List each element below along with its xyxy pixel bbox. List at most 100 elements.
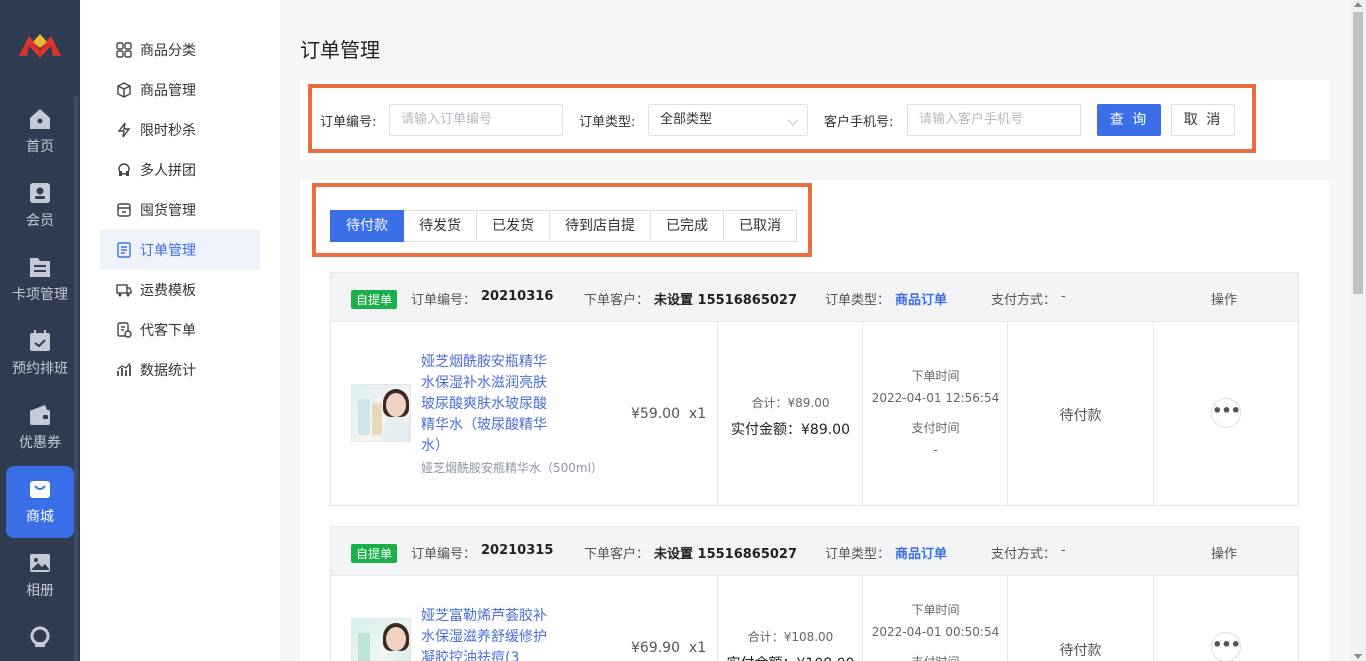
price: ¥69.90 bbox=[631, 640, 680, 656]
amount-block: 合计：¥89.00 实付金额：¥89.00 bbox=[718, 394, 863, 439]
nav-item-shop[interactable]: 商城 bbox=[6, 466, 74, 538]
submenu-label: 运费模板 bbox=[140, 283, 196, 299]
submenu-item-shipping-template[interactable]: 运费模板 bbox=[100, 270, 260, 310]
card-icon bbox=[30, 258, 50, 277]
order-no: 20210315 bbox=[481, 543, 554, 558]
submenu-label: 多人拼团 bbox=[140, 163, 196, 179]
operation-label: 操作 bbox=[1211, 293, 1238, 308]
status-tabs: 待付款 待发货 已发货 待到店自提 已完成 已取消 bbox=[330, 210, 797, 242]
nav-item-album[interactable]: 相册 bbox=[6, 540, 74, 612]
submenu-label: 数据统计 bbox=[140, 363, 196, 379]
box-icon bbox=[117, 82, 131, 98]
product-image[interactable] bbox=[351, 618, 411, 661]
page-title: 订单管理 bbox=[300, 38, 380, 62]
wallet-icon bbox=[30, 405, 50, 425]
main-nav: 首页 会员 卡项管理 预约排班 优惠券 商城 相册 bbox=[0, 0, 80, 661]
shop-bag-icon bbox=[30, 481, 50, 498]
tab-pending-payment[interactable]: 待付款 bbox=[330, 210, 404, 242]
submenu-item-stock[interactable]: 囤货管理 bbox=[100, 190, 260, 230]
pay-method-label: 支付方式： bbox=[991, 293, 1057, 308]
total-amount: 合计：¥89.00 bbox=[751, 396, 830, 410]
order-time-label: 下单时间 bbox=[911, 603, 960, 617]
product-spec: 娅芝烟酰胺安瓶精华水（500ml） bbox=[421, 461, 603, 475]
product-price: ¥59.00 x1 bbox=[631, 406, 706, 422]
proxy-order-icon bbox=[117, 322, 132, 338]
order-time-label: 下单时间 bbox=[911, 369, 960, 383]
order-header: 自提单 订单编号： 20210315 下单客户： 未设置 15516865027… bbox=[331, 527, 1298, 576]
order-status: 待付款 bbox=[1059, 643, 1102, 659]
nav-label: 预约排班 bbox=[12, 361, 68, 377]
column-divider bbox=[1153, 322, 1154, 505]
submenu-item-orders[interactable]: 订单管理 bbox=[100, 230, 260, 270]
tab-pending-shipment[interactable]: 待发货 bbox=[404, 210, 477, 242]
more-options-button[interactable]: ••• bbox=[1211, 398, 1241, 428]
product-name[interactable]: 娅芝富勒烯芦荟胶补水保湿滋养舒缓修护凝胶控油祛痘(3 bbox=[421, 606, 551, 661]
order-no: 20210316 bbox=[481, 289, 554, 304]
group-icon bbox=[118, 163, 130, 176]
lightning-icon bbox=[117, 122, 131, 138]
store-icon bbox=[117, 203, 131, 217]
order-no-input[interactable]: 请输入订单编号 bbox=[389, 104, 563, 136]
phone-label: 客户手机号: bbox=[824, 115, 894, 130]
page-scrollbar[interactable] bbox=[1350, 0, 1366, 661]
submenu-label: 商品管理 bbox=[140, 83, 196, 99]
scroll-up-arrow[interactable] bbox=[1354, 2, 1362, 7]
customer: 未设置 15516865027 bbox=[654, 293, 798, 308]
tab-pickup[interactable]: 待到店自提 bbox=[550, 210, 651, 242]
quantity: x1 bbox=[688, 640, 707, 656]
scrollbar-thumb[interactable] bbox=[1353, 12, 1363, 294]
nav-item-booking[interactable]: 预约排班 bbox=[6, 318, 74, 390]
tab-completed[interactable]: 已完成 bbox=[651, 210, 724, 242]
album-icon bbox=[30, 554, 50, 572]
pay-method-label: 支付方式： bbox=[991, 547, 1057, 562]
pickup-badge: 自提单 bbox=[351, 544, 398, 563]
cancel-button[interactable]: 取 消 bbox=[1171, 104, 1235, 136]
pay-time: - bbox=[933, 443, 938, 457]
nav-item-coupon[interactable]: 优惠券 bbox=[6, 392, 74, 464]
scroll-down-arrow[interactable] bbox=[1354, 654, 1362, 659]
order-type-select[interactable]: 全部类型 bbox=[648, 104, 808, 136]
nav-item-member[interactable]: 会员 bbox=[6, 170, 74, 242]
time-block: 下单时间 2022-04-01 00:50:54 支付时间 bbox=[863, 599, 1008, 661]
pay-time-label: 支付时间 bbox=[863, 651, 1008, 661]
nav-label: 卡项管理 bbox=[12, 287, 68, 303]
operation-label: 操作 bbox=[1211, 547, 1238, 562]
customer-label: 下单客户： bbox=[584, 293, 650, 308]
submenu-item-flash-sale[interactable]: 限时秒杀 bbox=[100, 110, 260, 150]
more-options-button[interactable]: ••• bbox=[1211, 632, 1241, 661]
order-type-value: 全部类型 bbox=[660, 112, 713, 127]
order-type-label: 订单类型： bbox=[825, 547, 891, 562]
order-header: 自提单 订单编号： 20210316 下单客户： 未设置 15516865027… bbox=[331, 273, 1298, 322]
tab-cancelled[interactable]: 已取消 bbox=[724, 210, 797, 242]
order-time: 2022-04-01 12:56:54 bbox=[871, 391, 1000, 405]
submenu-item-proxy-order[interactable]: 代客下单 bbox=[100, 310, 260, 350]
order-time: 2022-04-01 00:50:54 bbox=[871, 625, 1000, 639]
submenu-item-category[interactable]: 商品分类 bbox=[100, 30, 260, 70]
order-body: 娅芝烟酰胺安瓶精华水保湿补水滋润亮肤玻尿酸爽肤水玻尿酸精华水（玻尿酸精华水） 娅… bbox=[331, 322, 1298, 505]
product-image[interactable] bbox=[351, 384, 411, 442]
tab-shipped[interactable]: 已发货 bbox=[477, 210, 550, 242]
order-icon bbox=[117, 242, 131, 258]
query-button[interactable]: 查 询 bbox=[1097, 104, 1161, 136]
nav-label: 商城 bbox=[26, 509, 54, 525]
nav-scrollbar[interactable] bbox=[74, 96, 78, 661]
nav-item-card[interactable]: 卡项管理 bbox=[6, 244, 74, 316]
nav-item-more[interactable] bbox=[6, 614, 74, 661]
ellipsis-icon: ••• bbox=[1212, 635, 1241, 654]
submenu-item-statistics[interactable]: 数据统计 bbox=[100, 350, 260, 390]
submenu-item-product[interactable]: 商品管理 bbox=[100, 70, 260, 110]
quantity: x1 bbox=[688, 406, 707, 422]
chevron-down-icon bbox=[787, 114, 799, 126]
paid-amount: 实付金额：¥108.00 bbox=[718, 653, 863, 661]
product-name[interactable]: 娅芝烟酰胺安瓶精华水保湿补水滋润亮肤玻尿酸爽肤水玻尿酸精华水（玻尿酸精华水） bbox=[421, 352, 551, 457]
order-type-label: 订单类型： bbox=[825, 293, 891, 308]
paid-amount: 实付金额：¥89.00 bbox=[731, 422, 850, 438]
truck-icon bbox=[116, 284, 132, 297]
submenu-item-group-buy[interactable]: 多人拼团 bbox=[100, 150, 260, 190]
phone-input[interactable]: 请输入客户手机号 bbox=[907, 104, 1081, 136]
home-icon bbox=[30, 109, 50, 129]
pickup-badge: 自提单 bbox=[351, 290, 398, 309]
nav-item-home[interactable]: 首页 bbox=[6, 96, 74, 168]
time-block: 下单时间 2022-04-01 12:56:54 支付时间 - bbox=[863, 365, 1008, 461]
submenu-label: 商品分类 bbox=[140, 43, 196, 59]
